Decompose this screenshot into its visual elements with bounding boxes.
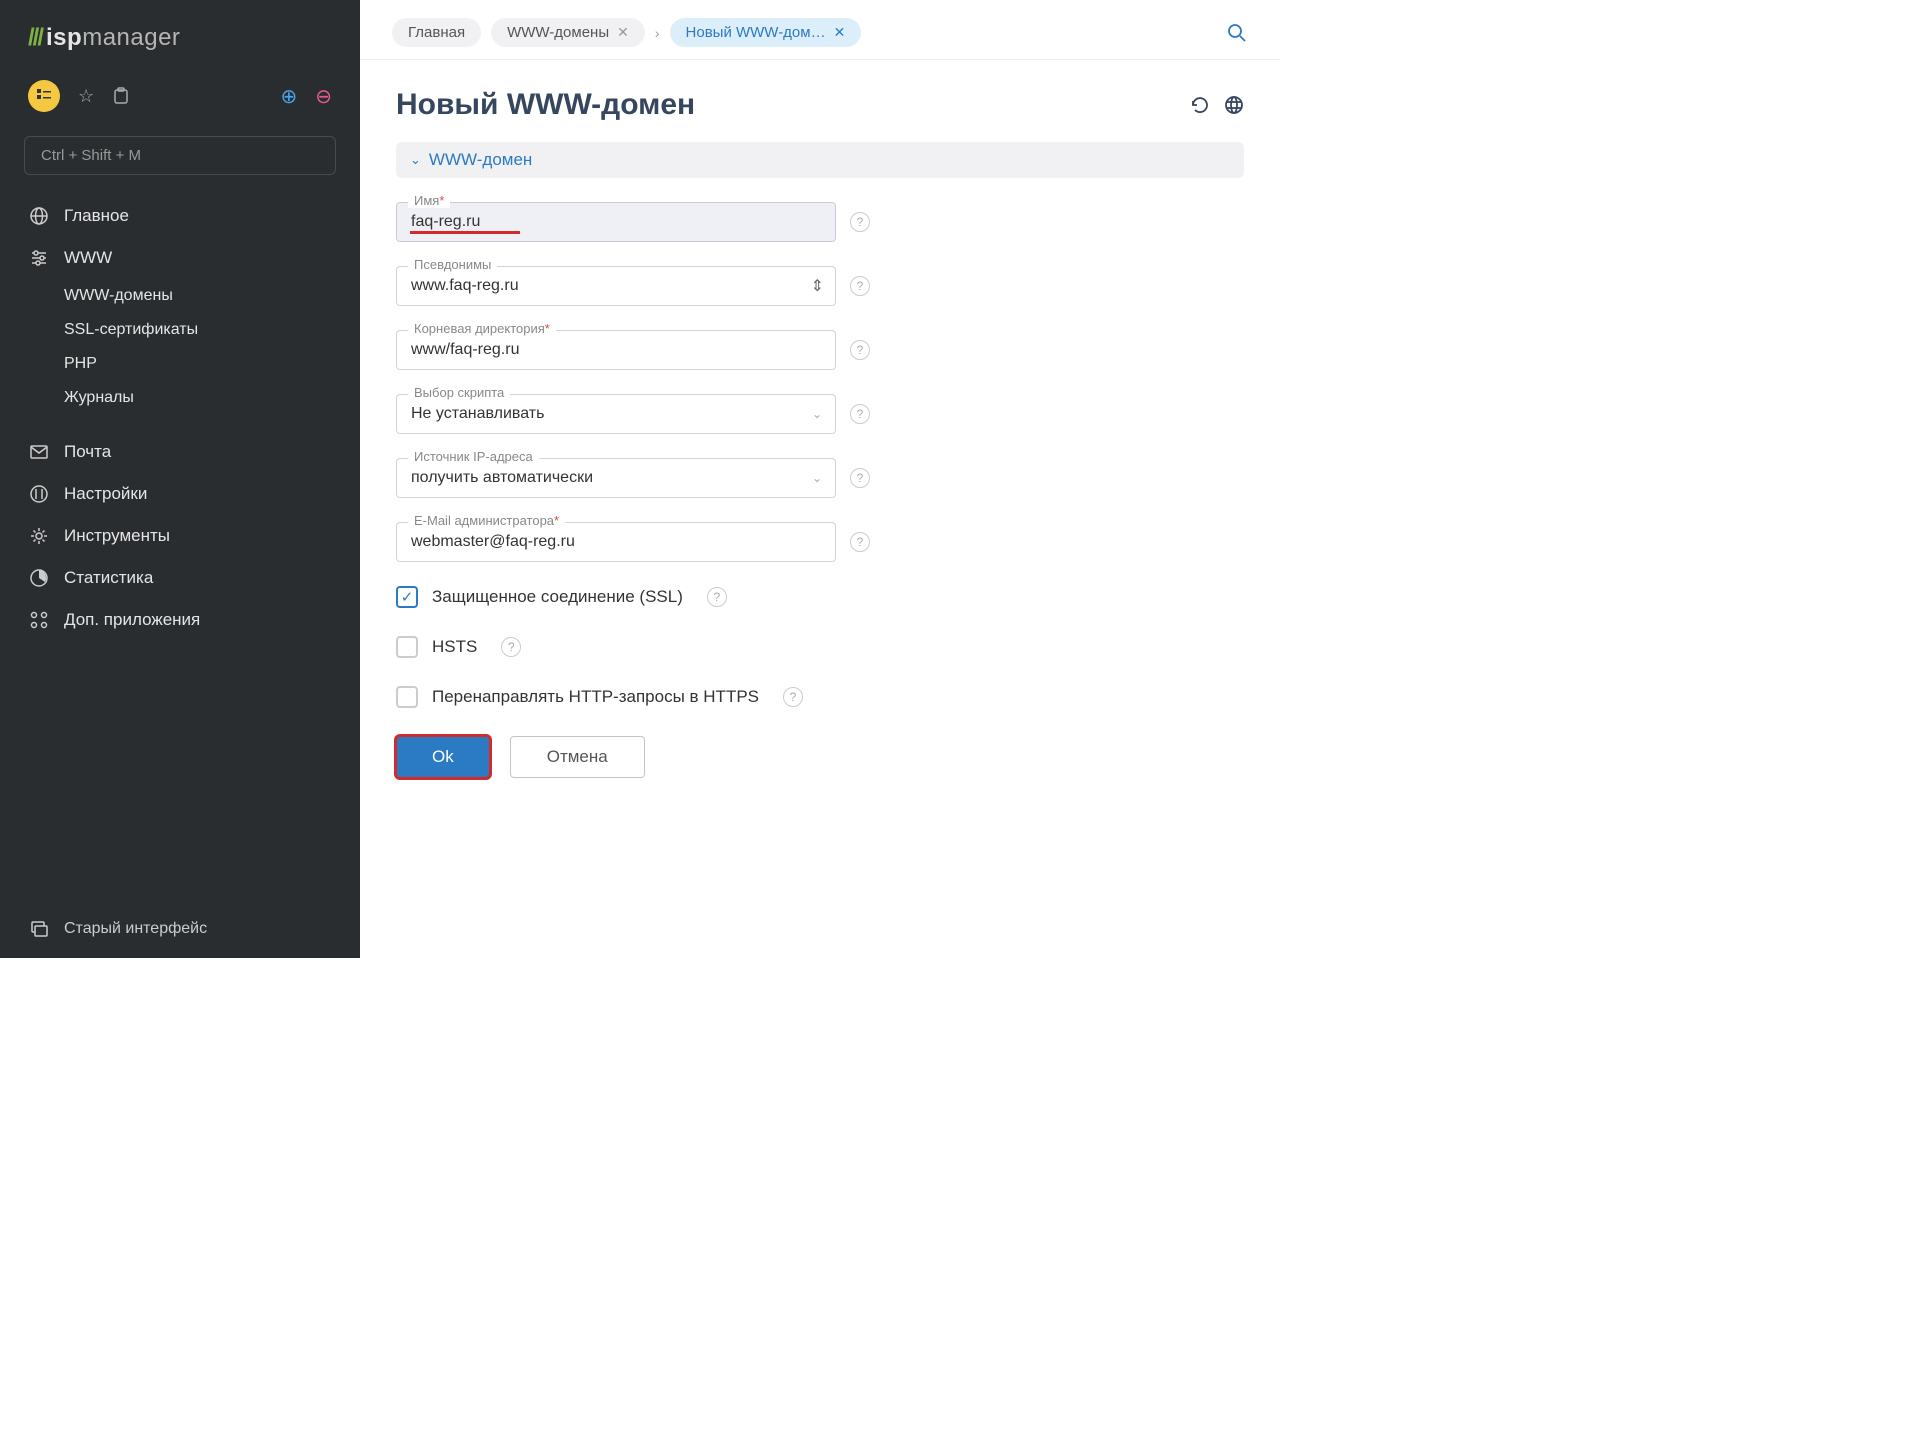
remove-button[interactable]: ⊖ xyxy=(315,84,332,109)
page-actions xyxy=(1190,95,1244,115)
help-icon[interactable]: ? xyxy=(850,276,870,296)
ssl-checkbox[interactable]: ✓ xyxy=(396,586,418,608)
add-button[interactable]: ⊕ xyxy=(280,84,297,109)
sub-ssl[interactable]: SSL-сертификаты xyxy=(0,313,360,347)
chevron-down-icon: ⌄ xyxy=(410,152,421,168)
nav-mail[interactable]: Почта xyxy=(0,431,360,473)
close-icon[interactable]: ✕ xyxy=(834,24,846,41)
crumb-new-domain[interactable]: Новый WWW-дом…✕ xyxy=(670,18,862,47)
crumb-www-domains[interactable]: WWW-домены✕ xyxy=(491,18,645,47)
refresh-icon[interactable] xyxy=(1190,95,1210,115)
script-select[interactable] xyxy=(396,394,836,434)
sub-www-domains[interactable]: WWW-домены xyxy=(0,279,360,313)
crumb-home[interactable]: Главная xyxy=(392,18,481,47)
language-icon[interactable] xyxy=(1224,95,1244,115)
old-interface-label: Старый интерфейс xyxy=(64,920,207,938)
nav-stats[interactable]: Статистика xyxy=(0,557,360,599)
nav-main-label: Главное xyxy=(64,206,129,226)
nav-settings[interactable]: Настройки xyxy=(0,473,360,515)
star-icon[interactable]: ☆ xyxy=(78,86,94,107)
script-label: Выбор скрипта xyxy=(408,385,510,400)
name-label: Имя* xyxy=(408,193,450,208)
highlight-underline xyxy=(410,231,520,234)
redirect-checkbox[interactable]: ✓ xyxy=(396,686,418,708)
email-label: E-Mail администратора* xyxy=(408,513,565,528)
nav-main[interactable]: Главное xyxy=(0,195,360,237)
gear-icon xyxy=(28,525,50,547)
page-title: Новый WWW-домен xyxy=(396,88,695,122)
redirect-label: Перенаправлять HTTP-запросы в HTTPS xyxy=(432,687,759,707)
old-interface-link[interactable]: Старый интерфейс xyxy=(0,900,360,958)
search-input[interactable]: Ctrl + Shift + M xyxy=(24,136,336,175)
clipboard-svg xyxy=(112,87,130,105)
nav-tools-label: Инструменты xyxy=(64,526,170,546)
ip-label: Источник IP-адреса xyxy=(408,449,539,464)
help-icon[interactable]: ? xyxy=(850,340,870,360)
sidebar-toolbar: ☆ ⊕ ⊖ xyxy=(0,68,360,128)
chevron-right-icon: › xyxy=(655,25,660,41)
expand-icon[interactable]: ⇕ xyxy=(811,276,824,296)
sub-php[interactable]: PHP xyxy=(0,347,360,381)
logo: /// ispmanager xyxy=(0,0,360,68)
sidebar: /// ispmanager ☆ ⊕ ⊖ Ctrl + Shift + M Гла… xyxy=(0,0,360,958)
section-label: WWW-домен xyxy=(429,150,532,170)
logo-suffix: manager xyxy=(82,24,180,51)
ssl-label: Защищенное соединение (SSL) xyxy=(432,587,683,607)
grid-icon xyxy=(28,609,50,631)
action-row: Ok Отмена xyxy=(396,736,1244,778)
name-input[interactable] xyxy=(396,202,836,242)
nav-tools[interactable]: Инструменты xyxy=(0,515,360,557)
nav-www[interactable]: WWW xyxy=(0,237,360,279)
cancel-button[interactable]: Отмена xyxy=(510,736,645,778)
logo-brand: isp xyxy=(46,24,82,51)
help-icon[interactable]: ? xyxy=(783,687,803,707)
email-input[interactable] xyxy=(396,522,836,562)
page-header: Новый WWW-домен xyxy=(396,88,1244,122)
windows-icon xyxy=(28,918,50,940)
nav: Главное WWW WWW-домены SSL-сертификаты P… xyxy=(0,195,360,900)
root-label: Корневая директория* xyxy=(408,321,556,336)
tree-view-button[interactable] xyxy=(28,80,60,112)
content: Новый WWW-домен ⌄ WWW-домен Имя* ? Псевд… xyxy=(360,60,1280,806)
ip-select[interactable] xyxy=(396,458,836,498)
nav-www-label: WWW xyxy=(64,248,112,268)
nav-extras-label: Доп. приложения xyxy=(64,610,200,630)
nav-mail-label: Почта xyxy=(64,442,111,462)
sub-logs[interactable]: Журналы xyxy=(0,381,360,415)
pie-icon xyxy=(28,567,50,589)
hsts-label: HSTS xyxy=(432,637,477,657)
main: Главная WWW-домены✕ › Новый WWW-дом…✕ Но… xyxy=(360,0,1280,958)
breadcrumbs: Главная WWW-домены✕ › Новый WWW-дом…✕ xyxy=(360,0,1280,60)
nav-stats-label: Статистика xyxy=(64,568,153,588)
globe-icon xyxy=(28,205,50,227)
nav-extras[interactable]: Доп. приложения xyxy=(0,599,360,641)
mail-icon xyxy=(28,441,50,463)
search-icon[interactable] xyxy=(1226,22,1248,44)
clipboard-icon[interactable] xyxy=(112,87,130,105)
section-www-domain[interactable]: ⌄ WWW-домен xyxy=(396,142,1244,178)
help-icon[interactable]: ? xyxy=(850,404,870,424)
sliders-icon xyxy=(28,247,50,269)
root-input[interactable] xyxy=(396,330,836,370)
help-icon[interactable]: ? xyxy=(501,637,521,657)
aliases-input[interactable] xyxy=(396,266,836,306)
nav-settings-label: Настройки xyxy=(64,484,147,504)
aliases-label: Псевдонимы xyxy=(408,257,497,272)
ok-button[interactable]: Ok xyxy=(396,736,490,778)
help-icon[interactable]: ? xyxy=(850,532,870,552)
help-icon[interactable]: ? xyxy=(850,212,870,232)
help-icon[interactable]: ? xyxy=(707,587,727,607)
help-icon[interactable]: ? xyxy=(850,468,870,488)
logo-bars-icon: /// xyxy=(28,24,42,51)
tree-icon xyxy=(36,88,52,104)
tune-icon xyxy=(28,483,50,505)
close-icon[interactable]: ✕ xyxy=(617,24,629,41)
hsts-checkbox[interactable]: ✓ xyxy=(396,636,418,658)
